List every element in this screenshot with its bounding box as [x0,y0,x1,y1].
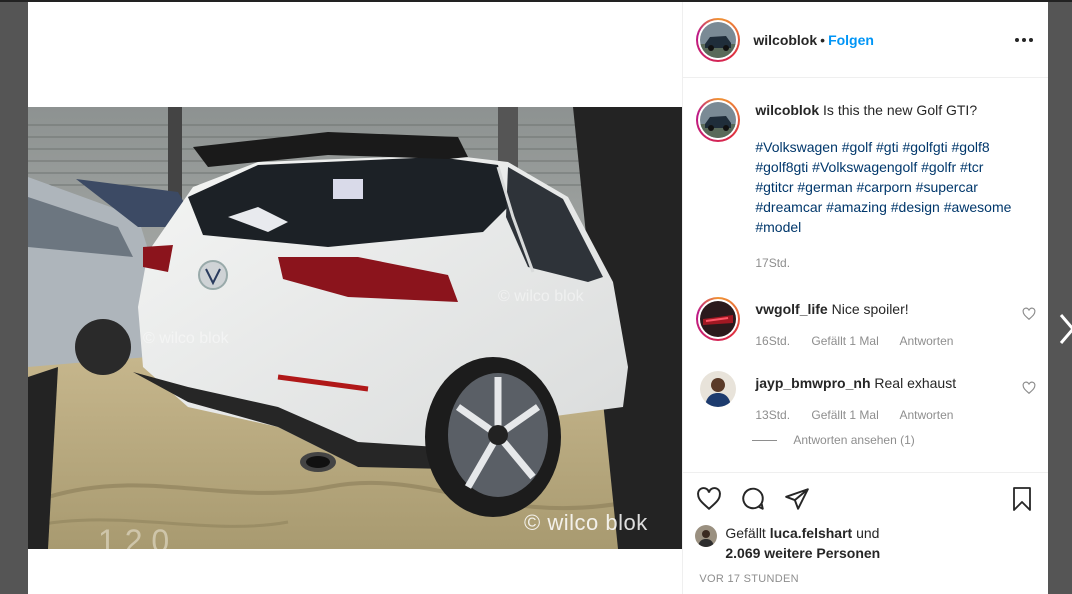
bookmark-icon[interactable] [1008,485,1036,513]
reply-button[interactable]: Antworten [899,408,953,422]
reply-button[interactable]: Antworten [899,334,953,348]
avatar[interactable] [700,371,737,407]
post-header: wilcoblok • Folgen [683,2,1048,78]
comment-time[interactable]: 13Std. [755,408,790,422]
watermark-text: © wilco blok [524,510,648,535]
comment-text: Nice spoiler! [831,301,909,317]
separator-dot: • [820,31,826,48]
watermark-faint: © wilco blok [498,288,584,305]
comment-text: Real exhaust [874,375,957,391]
car-photo-image: 1 2 0 [28,107,683,549]
post-sidebar: wilcoblok • Folgen wilcoblok Is this the… [682,2,1048,594]
chevron-right-icon[interactable] [1058,312,1072,346]
comment-time[interactable]: 16Std. [755,334,790,348]
comment-icon[interactable] [739,485,767,513]
view-replies-label: Antworten ansehen (1) [793,433,915,447]
post-actions: Gefällt luca.felshart und 2.069 weitere … [683,472,1048,594]
avatar[interactable] [696,17,741,62]
avatar-image [700,301,737,337]
liker-avatar[interactable] [695,525,718,547]
liker-username[interactable]: luca.felshart [770,525,852,541]
caption-text: Is this the new Golf GTI? [823,102,978,118]
paper-plane-icon[interactable] [783,485,811,513]
view-replies-button[interactable]: Antworten ansehen (1) [752,433,1036,447]
comment-username[interactable]: jayp_bmwpro_nh [755,375,870,391]
post-timestamp[interactable]: VOR 17 STUNDEN [699,573,1036,585]
comment-likes[interactable]: Gefällt 1 Mal [811,334,878,348]
caption-hashtags[interactable]: #Volkswagen #golf #gti #golfgti #golf8 #… [755,137,1013,237]
post-photo[interactable]: 1 2 0 [28,107,683,549]
more-options-icon[interactable] [1012,28,1036,52]
post-media: 1 2 0 © wilco blok © wilco blok © wilco … [28,2,683,594]
avatar-image [700,21,737,58]
likes-prefix: Gefällt [725,525,766,541]
caption-time[interactable]: 17Std. [755,256,790,270]
comment-likes[interactable]: Gefällt 1 Mal [811,408,878,422]
heart-icon[interactable] [695,485,723,513]
svg-text:1 2 0: 1 2 0 [98,523,169,549]
comment-item: vwgolf_life Nice spoiler! 16Std. Gefällt… [696,297,1036,351]
heart-icon[interactable] [1022,307,1036,321]
follow-button[interactable]: Folgen [828,32,874,48]
heart-icon[interactable] [1022,381,1036,395]
avatar-image [700,102,737,138]
replies-divider [752,439,778,441]
likes-count[interactable]: 2.069 weitere Personen [725,545,880,561]
avatar[interactable] [696,98,741,142]
post-modal: 1 2 0 © wilco blok © wilco blok © wilco … [28,2,1048,594]
likes-conjunction: und [856,525,880,541]
comments-section: wilcoblok Is this the new Golf GTI? #Vol… [683,78,1048,472]
caption: wilcoblok Is this the new Golf GTI? #Vol… [696,98,1036,273]
comment-item: jayp_bmwpro_nh Real exhaust 13Std. Gefäl… [696,371,1036,425]
avatar[interactable] [696,297,741,341]
comment-username[interactable]: vwgolf_life [755,301,827,317]
avatar-image [700,371,737,407]
caption-username[interactable]: wilcoblok [755,102,819,118]
likes-summary: Gefällt luca.felshart und 2.069 weitere … [695,523,1036,563]
watermark-faint: © wilco blok [143,330,229,347]
header-username[interactable]: wilcoblok [753,32,817,48]
